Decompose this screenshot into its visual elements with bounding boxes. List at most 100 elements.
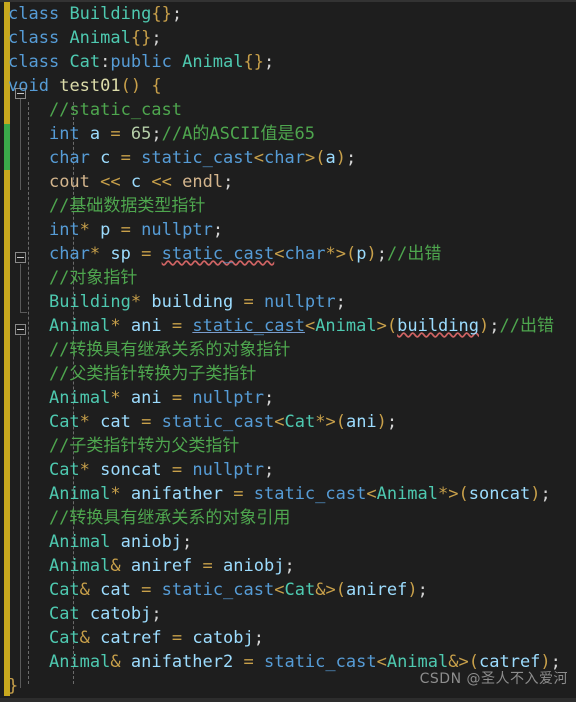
- code-token: anifather: [130, 484, 223, 504]
- code-token: static_cast: [161, 412, 275, 432]
- code-token: Cat: [48, 628, 80, 648]
- code-line[interactable]: char* sp = static_cast<char*>(p);//出错: [0, 242, 576, 266]
- code-token: test01: [59, 76, 121, 96]
- code-token: &: [79, 580, 90, 600]
- code-line[interactable]: Animal* ani = static_cast<Animal>(buildi…: [0, 314, 576, 338]
- code-token: cat: [100, 412, 131, 432]
- code-line[interactable]: class Animal{};: [0, 26, 576, 50]
- code-line[interactable]: //父类指针转换为子类指针: [0, 362, 576, 386]
- code-line[interactable]: //转换具有继承关系的对象指针: [0, 338, 576, 362]
- code-token: Cat: [284, 580, 316, 600]
- code-token: char: [284, 244, 326, 264]
- code-token: ;: [264, 460, 275, 480]
- code-token: nullptr: [192, 460, 264, 480]
- code-token: ani: [130, 316, 162, 336]
- code-token: *: [79, 412, 90, 432]
- code-token: Animal: [48, 388, 111, 408]
- code-token: {}: [243, 52, 264, 72]
- code-line[interactable]: int* p = nullptr;: [0, 218, 576, 242]
- code-token: =: [171, 460, 183, 480]
- code-line[interactable]: Building* building = nullptr;: [0, 290, 576, 314]
- code-line[interactable]: //转换具有继承关系的对象引用: [0, 506, 576, 530]
- code-token: <: [274, 244, 285, 264]
- code-line[interactable]: //对象指针: [0, 266, 576, 290]
- code-token: ;: [253, 628, 265, 648]
- code-token: *: [130, 292, 142, 312]
- code-line[interactable]: char c = static_cast<char>(a);: [0, 146, 576, 170]
- code-token: Building: [69, 4, 152, 24]
- code-token: Animal: [48, 652, 111, 672]
- code-token: ;: [417, 580, 428, 600]
- code-token: Animal: [48, 484, 111, 504]
- code-token: Animal: [315, 316, 377, 336]
- code-line[interactable]: class Building{};: [0, 2, 576, 26]
- code-token: p: [356, 244, 367, 264]
- code-token: //基础数据类型指针: [8, 196, 206, 216]
- code-line[interactable]: Animal& aniref = aniobj;: [0, 554, 576, 578]
- code-token: *: [325, 244, 336, 264]
- code-line[interactable]: cout << c << endl;: [0, 170, 576, 194]
- code-line[interactable]: Animal* ani = nullptr;: [0, 386, 576, 410]
- code-token: <: [366, 484, 377, 504]
- code-line[interactable]: //子类指针转为父类指针: [0, 434, 576, 458]
- code-token: >: [335, 244, 346, 264]
- code-line[interactable]: void test01() {: [0, 74, 576, 98]
- code-token: ;: [345, 148, 357, 168]
- code-token: building: [151, 292, 234, 312]
- code-token: *: [110, 388, 121, 408]
- code-line[interactable]: Cat catobj;: [0, 602, 576, 626]
- code-line[interactable]: Cat& catref = catobj;: [0, 626, 576, 650]
- code-token: endl: [182, 172, 224, 192]
- code-line[interactable]: Cat* cat = static_cast<Cat*>(ani);: [0, 410, 576, 434]
- code-token: catobj: [192, 628, 254, 648]
- code-token: static_cast: [161, 580, 275, 600]
- code-token: <: [376, 652, 387, 672]
- code-token: cat: [100, 580, 131, 600]
- code-line[interactable]: //基础数据类型指针: [0, 194, 576, 218]
- code-token: public: [110, 52, 172, 72]
- code-token: int: [48, 220, 80, 240]
- code-line[interactable]: Animal aniobj;: [0, 530, 576, 554]
- code-token: =: [120, 148, 131, 168]
- code-line[interactable]: class Cat:public Animal{};: [0, 50, 576, 74]
- code-line[interactable]: int a = 65;//A的ASCII值是65: [0, 122, 576, 146]
- code-token: static_cast: [263, 652, 377, 672]
- code-token: Animal: [48, 556, 111, 576]
- code-token: *: [79, 460, 90, 480]
- code-line[interactable]: Cat& cat = static_cast<Cat&>(aniref);: [0, 578, 576, 602]
- code-token: //子类指针转为父类指针: [8, 436, 240, 456]
- code-token: ;: [284, 556, 295, 576]
- code-line[interactable]: //static_cast: [0, 98, 576, 122]
- code-token: Cat: [69, 52, 101, 72]
- code-token: Cat: [48, 412, 80, 432]
- code-line[interactable]: Cat* soncat = nullptr;: [0, 458, 576, 482]
- code-token: ): [366, 244, 377, 264]
- code-line[interactable]: Animal* anifather = static_cast<Animal*>…: [0, 482, 576, 506]
- code-token: {}: [151, 4, 172, 24]
- code-token: *: [110, 316, 121, 336]
- code-content[interactable]: class Building{}; class Animal{}; class Ca…: [0, 2, 576, 698]
- code-editor[interactable]: class Building{}; class Animal{}; class Ca…: [0, 0, 576, 702]
- code-token: ;: [151, 28, 162, 48]
- code-token: *: [89, 244, 101, 264]
- code-token: building: [397, 316, 479, 336]
